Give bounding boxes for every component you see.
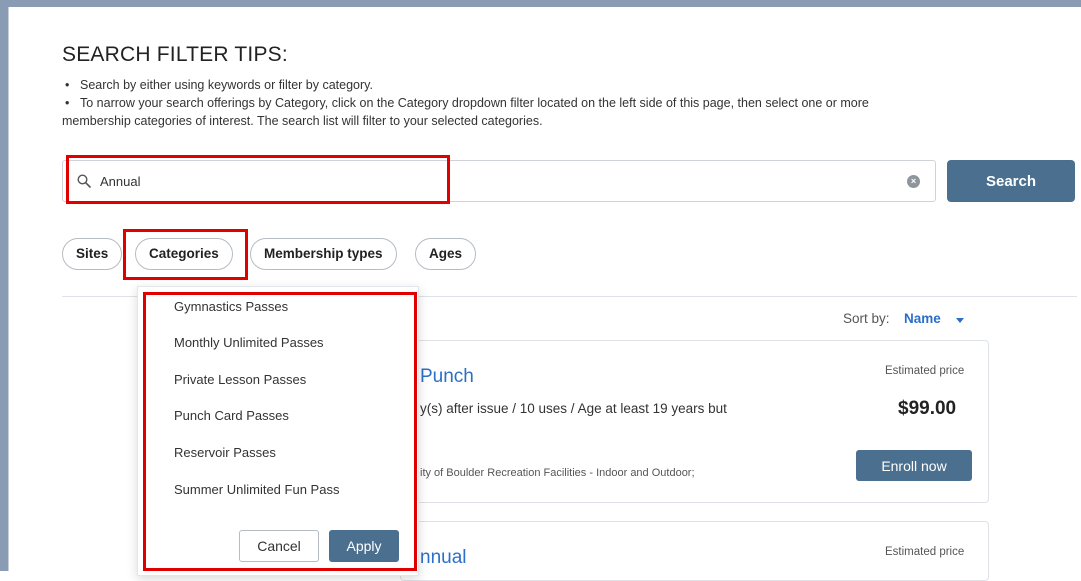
bullet: • [65,78,70,92]
price: $99.00 [898,398,957,419]
chevron-down-icon[interactable] [956,318,964,323]
category-option[interactable]: Private Lesson Passes [174,372,306,387]
apply-button[interactable]: Apply [329,530,399,562]
sort-select[interactable]: Name [904,311,941,326]
window-frame-inner [8,7,9,571]
tip-2: • To narrow your search offerings by Cate… [62,94,1062,112]
search-button[interactable]: Search [947,160,1075,202]
page-title: SEARCH FILTER TIPS: [62,43,288,66]
tip-2-continued: membership categories of interest. The s… [62,114,543,128]
tip-1-text: Search by either using keywords or filte… [80,78,373,92]
search-input[interactable] [100,171,880,191]
filter-sites[interactable]: Sites [62,238,123,270]
enroll-now-button[interactable]: Enroll now [856,450,972,481]
tip-2-text: To narrow your search offerings by Categ… [80,96,869,110]
category-option[interactable]: Monthly Unlimited Passes [174,335,324,350]
result-title[interactable]: Punch [420,366,474,388]
filter-membership-types[interactable]: Membership types [250,238,397,270]
clear-icon[interactable]: × [907,175,920,188]
bullet: • [65,96,70,110]
estimated-price-label: Estimated price [885,365,965,377]
filter-categories[interactable]: Categories [135,238,233,270]
search-icon [77,174,91,188]
result-title[interactable]: nnual [420,547,467,569]
window-frame-left [0,0,8,571]
tip-1: • Search by either using keywords or filt… [62,76,1062,94]
category-option[interactable]: Summer Unlimited Fun Pass [174,482,339,497]
result-location: ity of Boulder Recreation Facilities - I… [420,467,695,479]
result-description: y(s) after issue / 10 uses / Age at leas… [420,401,727,416]
search-tips: • Search by either using keywords or filt… [62,76,1062,130]
search-field[interactable]: × [62,160,936,202]
sort-label: Sort by: [843,311,890,326]
category-option[interactable]: Gymnastics Passes [174,299,288,314]
category-option[interactable]: Punch Card Passes [174,408,289,423]
category-option[interactable]: Reservoir Passes [174,445,276,460]
filter-ages[interactable]: Ages [415,238,477,270]
window-frame-top [0,0,1081,7]
cancel-button[interactable]: Cancel [239,530,319,562]
estimated-price-label: Estimated price [885,546,965,558]
